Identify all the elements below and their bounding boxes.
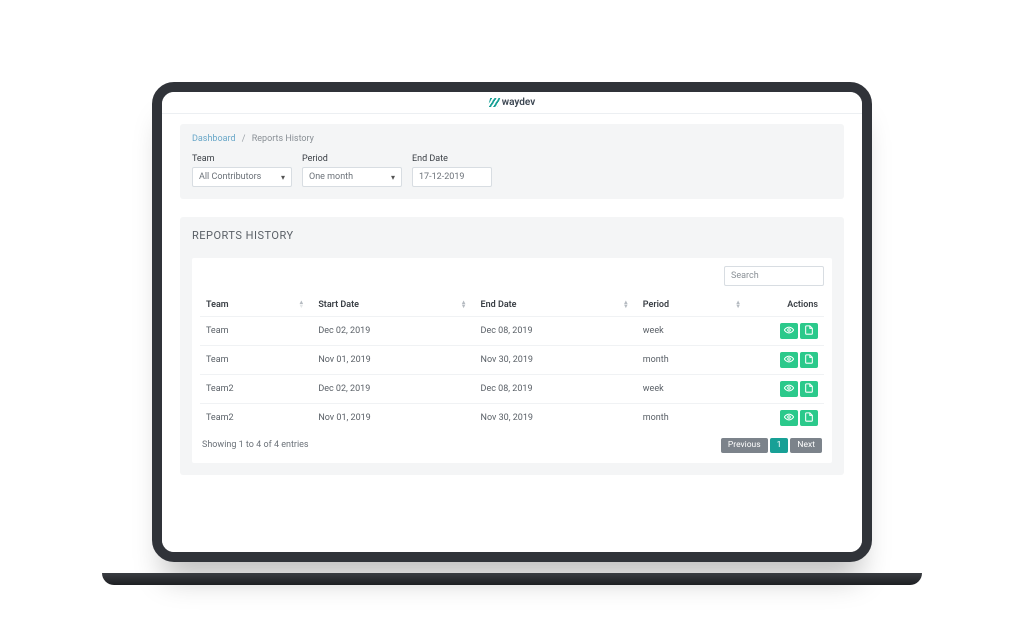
cell-end: Nov 30, 2019 <box>475 346 637 375</box>
cell-period: week <box>637 375 749 404</box>
app-screen: waydev Dashboard / Reports History Team <box>162 92 862 552</box>
document-icon <box>804 354 814 367</box>
breadcrumb-root-link[interactable]: Dashboard <box>192 134 236 144</box>
brand-name: waydev <box>502 97 536 108</box>
sort-icon: ▲▼ <box>298 301 304 309</box>
content-area: Dashboard / Reports History Team All Con… <box>162 114 862 475</box>
history-card: REPORTS HISTORY Search Team <box>180 217 844 475</box>
next-button[interactable]: Next <box>790 438 822 453</box>
topbar: waydev <box>162 92 862 114</box>
view-button[interactable] <box>780 323 798 339</box>
table-row: Team2Dec 02, 2019Dec 08, 2019week <box>200 375 824 404</box>
col-actions: Actions <box>749 294 824 317</box>
document-icon <box>804 412 814 425</box>
reports-table: Team ▲▼ Start Date ▲▼ End Date <box>200 294 824 432</box>
col-end[interactable]: End Date ▲▼ <box>475 294 637 317</box>
page-1-button[interactable]: 1 <box>770 438 789 453</box>
table-footer: Showing 1 to 4 of 4 entries Previous 1 N… <box>200 432 824 463</box>
cell-actions <box>749 317 824 346</box>
document-icon <box>804 383 814 396</box>
col-start[interactable]: Start Date ▲▼ <box>312 294 474 317</box>
col-end-label: End Date <box>481 300 517 310</box>
team-label: Team <box>192 154 292 164</box>
cell-end: Dec 08, 2019 <box>475 317 637 346</box>
team-select-value: All Contributors <box>199 172 261 182</box>
chevron-down-icon: ▾ <box>391 173 395 182</box>
filters-row: Team All Contributors ▾ Period One month… <box>192 154 832 187</box>
sort-icon: ▲▼ <box>623 301 629 309</box>
table-row: TeamNov 01, 2019Nov 30, 2019month <box>200 346 824 375</box>
end-date-value: 17-12-2019 <box>419 172 464 182</box>
search-placeholder: Search <box>731 271 759 281</box>
export-button[interactable] <box>800 410 818 426</box>
table-row: TeamDec 02, 2019Dec 08, 2019week <box>200 317 824 346</box>
sort-icon: ▲▼ <box>735 301 741 309</box>
end-date-filter: End Date 17-12-2019 <box>412 154 492 187</box>
end-date-input[interactable]: 17-12-2019 <box>412 167 492 187</box>
cell-end: Dec 08, 2019 <box>475 375 637 404</box>
search-input[interactable]: Search <box>724 266 824 286</box>
cell-period: week <box>637 317 749 346</box>
section-title: REPORTS HISTORY <box>192 229 832 242</box>
col-actions-label: Actions <box>787 300 818 310</box>
chevron-down-icon: ▾ <box>281 173 285 182</box>
cell-period: month <box>637 346 749 375</box>
export-button[interactable] <box>800 323 818 339</box>
cell-actions <box>749 375 824 404</box>
view-button[interactable] <box>780 410 798 426</box>
period-filter: Period One month ▾ <box>302 154 402 187</box>
cell-team: Team2 <box>200 375 312 404</box>
eye-icon <box>784 412 794 425</box>
eye-icon <box>784 354 794 367</box>
brand-logo-icon <box>488 98 500 107</box>
entries-text: Showing 1 to 4 of 4 entries <box>202 440 309 450</box>
team-filter: Team All Contributors ▾ <box>192 154 292 187</box>
cell-start: Dec 02, 2019 <box>312 317 474 346</box>
col-period[interactable]: Period ▲▼ <box>637 294 749 317</box>
device-base <box>102 573 922 585</box>
breadcrumb-current: Reports History <box>252 134 314 144</box>
eye-icon <box>784 325 794 338</box>
sort-icon: ▲▼ <box>461 301 467 309</box>
document-icon <box>804 325 814 338</box>
cell-start: Nov 01, 2019 <box>312 346 474 375</box>
export-button[interactable] <box>800 352 818 368</box>
cell-start: Nov 01, 2019 <box>312 404 474 433</box>
cell-actions <box>749 346 824 375</box>
history-table-container: Search Team ▲▼ <box>192 258 832 463</box>
cell-team: Team2 <box>200 404 312 433</box>
period-label: Period <box>302 154 402 164</box>
team-select[interactable]: All Contributors ▾ <box>192 167 292 187</box>
eye-icon <box>784 383 794 396</box>
col-start-label: Start Date <box>318 300 359 310</box>
view-button[interactable] <box>780 352 798 368</box>
period-select-value: One month <box>309 172 353 182</box>
breadcrumb-separator: / <box>242 134 246 144</box>
period-select[interactable]: One month ▾ <box>302 167 402 187</box>
end-date-label: End Date <box>412 154 492 164</box>
cell-actions <box>749 404 824 433</box>
col-team[interactable]: Team ▲▼ <box>200 294 312 317</box>
table-row: Team2Nov 01, 2019Nov 30, 2019month <box>200 404 824 433</box>
cell-team: Team <box>200 346 312 375</box>
cell-period: month <box>637 404 749 433</box>
cell-end: Nov 30, 2019 <box>475 404 637 433</box>
view-button[interactable] <box>780 381 798 397</box>
device-frame: waydev Dashboard / Reports History Team <box>152 82 872 562</box>
pager: Previous 1 Next <box>721 438 822 453</box>
brand: waydev <box>489 97 536 108</box>
prev-button[interactable]: Previous <box>721 438 768 453</box>
col-team-label: Team <box>206 300 229 310</box>
export-button[interactable] <box>800 381 818 397</box>
search-row: Search <box>200 266 824 286</box>
breadcrumb: Dashboard / Reports History <box>192 134 832 144</box>
col-period-label: Period <box>643 300 669 310</box>
cell-start: Dec 02, 2019 <box>312 375 474 404</box>
cell-team: Team <box>200 317 312 346</box>
filters-card: Dashboard / Reports History Team All Con… <box>180 124 844 199</box>
